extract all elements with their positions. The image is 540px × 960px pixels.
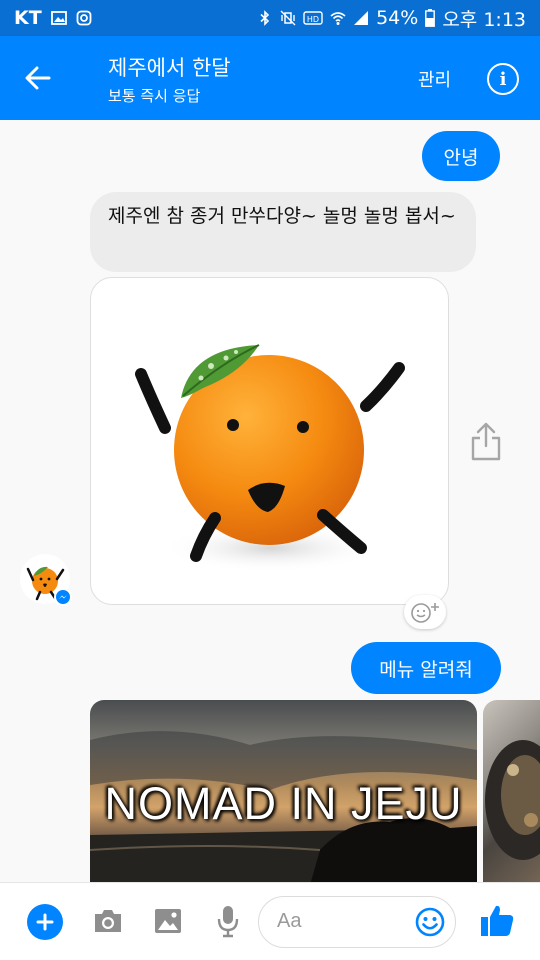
clock: 오후 1:13 [442, 8, 526, 31]
message-composer: Aa [0, 882, 540, 960]
orange-character-image [135, 344, 405, 572]
share-icon[interactable] [469, 422, 503, 462]
vibrate-mute-icon [280, 10, 296, 26]
thumbs-up-icon [481, 905, 514, 936]
emoji-icon[interactable] [414, 906, 446, 938]
back-button[interactable] [18, 58, 58, 98]
info-button[interactable]: i [487, 63, 519, 95]
incoming-image-message[interactable] [90, 277, 449, 605]
outgoing-message[interactable]: 메뉴 알려줘 [351, 642, 501, 694]
conversation-header: 제주에서 한달 보통 즉시 응답 관리 i [0, 36, 540, 120]
message-text: 안녕 [443, 146, 479, 169]
food-image [485, 740, 540, 860]
message-text: 제주엔 참 종거 만쑤다양~ 놀멍 놀멍 봅서~ [108, 205, 456, 227]
gallery-button[interactable] [152, 906, 184, 936]
battery-icon [425, 9, 436, 27]
plus-icon [36, 913, 54, 931]
hd-voice-icon: HD [303, 11, 323, 25]
avatar[interactable] [20, 554, 72, 606]
outgoing-message[interactable]: 안녕 [422, 131, 500, 181]
instagram-notification-icon [76, 10, 92, 26]
messenger-icon [56, 590, 70, 604]
bluetooth-icon [260, 10, 270, 26]
camera-button[interactable] [91, 906, 125, 936]
message-text: 메뉴 알려줘 [379, 658, 473, 681]
back-arrow-icon [25, 66, 51, 90]
message-input[interactable]: Aa [258, 896, 456, 948]
message-thread[interactable]: 안녕 제주엔 참 종거 만쑤다양~ 놀멍 놀멍 봅서~ 메뉴 알려줘 NOMAD… [0, 120, 540, 882]
carousel-card[interactable]: NOMAD IN JEJU [90, 700, 477, 882]
message-input-placeholder: Aa [277, 910, 302, 932]
image-icon [155, 909, 181, 933]
carrier-label: KT [14, 7, 42, 29]
response-time-label: 보통 즉시 응답 [108, 87, 201, 105]
more-actions-button[interactable] [27, 904, 63, 940]
microphone-icon [217, 906, 239, 938]
signal-icon [354, 11, 369, 25]
voice-button[interactable] [214, 904, 242, 938]
battery-percent: 54% [376, 7, 419, 29]
incoming-message[interactable]: 제주엔 참 종거 만쑤다양~ 놀멍 놀멍 봅서~ [90, 192, 476, 272]
add-reaction-button[interactable] [404, 595, 446, 629]
status-bar: KT HD 54% 오후 1:13 [0, 0, 540, 36]
wifi-icon [330, 12, 346, 25]
card-title: NOMAD IN JEJU [104, 778, 463, 829]
smiley-plus-icon [411, 603, 439, 623]
svg-text:HD: HD [307, 15, 319, 24]
camera-icon [95, 910, 121, 932]
conversation-title: 제주에서 한달 [108, 56, 231, 80]
info-icon: i [499, 68, 507, 90]
gallery-notification-icon [50, 11, 67, 25]
manage-button[interactable]: 관리 [418, 66, 451, 92]
carousel-card[interactable] [483, 700, 540, 882]
messenger-badge [54, 588, 72, 606]
like-button[interactable] [478, 901, 516, 939]
